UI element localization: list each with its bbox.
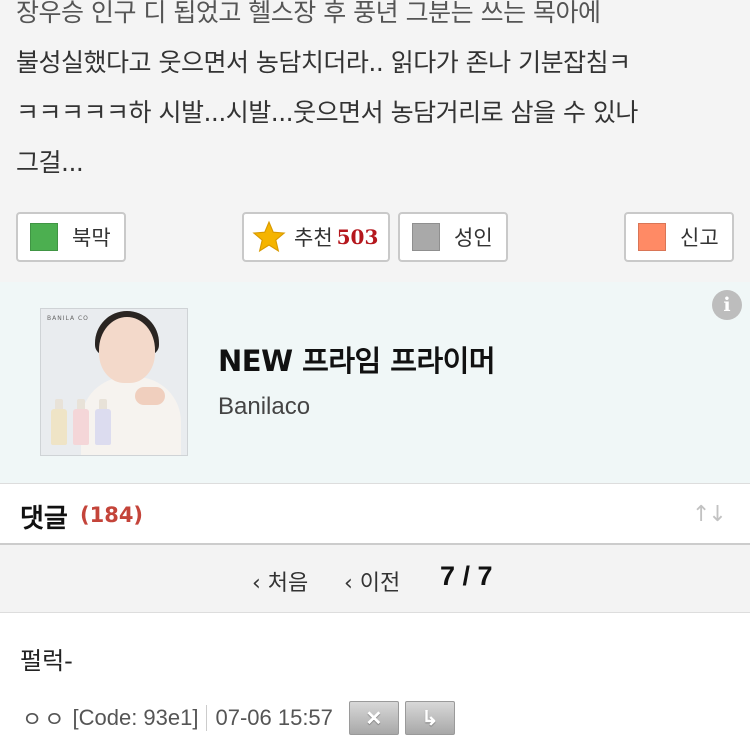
block-color-icon <box>30 223 58 251</box>
adult-color-icon <box>412 223 440 251</box>
first-page-link[interactable]: ‹ 처음 <box>252 565 308 597</box>
product-bottle <box>95 399 111 445</box>
post-line: 장우승 인구 디 됩었고 헬스장 후 풍년 그분는 쓰는 목아에 <box>16 0 601 27</box>
adult-label: 성인 <box>454 226 493 250</box>
report-label: 신고 <box>680 226 719 250</box>
recommend-count: 503 <box>336 225 379 249</box>
ad-model-face <box>99 317 155 383</box>
post-line: 불성실했다고 웃으면서 농담치더라.. 읽다가 존나 기분잡침ㅋ <box>16 48 631 77</box>
comment-text: 펄럭- <box>20 647 73 675</box>
comment-date: 07-06 15:57 <box>215 705 333 730</box>
ad-banner[interactable]: BANILA CO NEW 프라임 프라이머 Banilaco i <box>0 282 750 483</box>
sort-icon[interactable]: ↑↓ <box>692 502 727 527</box>
comments-count: (184) <box>80 503 144 527</box>
reply-comment-button[interactable]: ↳ <box>404 701 455 735</box>
ad-brand[interactable]: Banilaco <box>218 393 310 421</box>
comment-pager: ‹ 처음 ‹ 이전 7 / 7 <box>0 545 750 613</box>
ad-image-logo: BANILA CO <box>47 315 89 322</box>
block-button[interactable]: 북막 <box>16 212 126 262</box>
adult-button[interactable]: 성인 <box>398 212 508 262</box>
comment-item: 펄럭- ㅇㅇ [Code: 93e1] 07-06 15:57 ✕ ↳ <box>0 613 750 750</box>
recommend-label: 추천 <box>294 226 333 250</box>
post-text: 장우승 인구 디 됩었고 헬스장 후 풍년 그분는 쓰는 목아에 불성실했다고 … <box>16 0 740 188</box>
page-indicator: 7 / 7 <box>440 561 493 591</box>
star-icon <box>252 220 286 253</box>
comments-title: 댓글 <box>20 504 68 534</box>
info-icon[interactable]: i <box>712 290 742 320</box>
comment-meta: ㅇㅇ [Code: 93e1] 07-06 15:57 ✕ ↳ <box>22 701 461 735</box>
block-label: 북막 <box>72 226 111 250</box>
report-button[interactable]: 신고 <box>624 212 734 262</box>
post-line: ㅋㅋㅋㅋㅋ하 시발...시발...웃으면서 농담거리로 삼을 수 있나 <box>16 98 638 127</box>
ad-image[interactable]: BANILA CO <box>40 308 188 456</box>
report-color-icon <box>638 223 666 251</box>
ad-model-hand <box>135 387 165 405</box>
reply-arrow-icon: ↳ <box>421 707 439 730</box>
post-line: 그걸... <box>16 148 84 177</box>
comments-header: 댓글 (184) ↑↓ <box>0 483 750 545</box>
recommend-button[interactable]: 추천 503 <box>242 212 390 262</box>
delete-comment-button[interactable]: ✕ <box>348 701 399 735</box>
comment-code: [Code: 93e1] <box>72 705 199 730</box>
post-body: 장우승 인구 디 됩었고 헬스장 후 풍년 그분는 쓰는 목아에 불성실했다고 … <box>0 0 750 282</box>
comment-author[interactable]: ㅇㅇ <box>22 702 66 734</box>
product-bottle <box>73 399 89 445</box>
prev-page-link[interactable]: ‹ 이전 <box>344 565 400 597</box>
close-icon: ✕ <box>365 707 383 730</box>
divider <box>206 705 208 731</box>
product-bottle <box>51 399 67 445</box>
ad-title[interactable]: NEW 프라임 프라이머 <box>218 338 496 380</box>
